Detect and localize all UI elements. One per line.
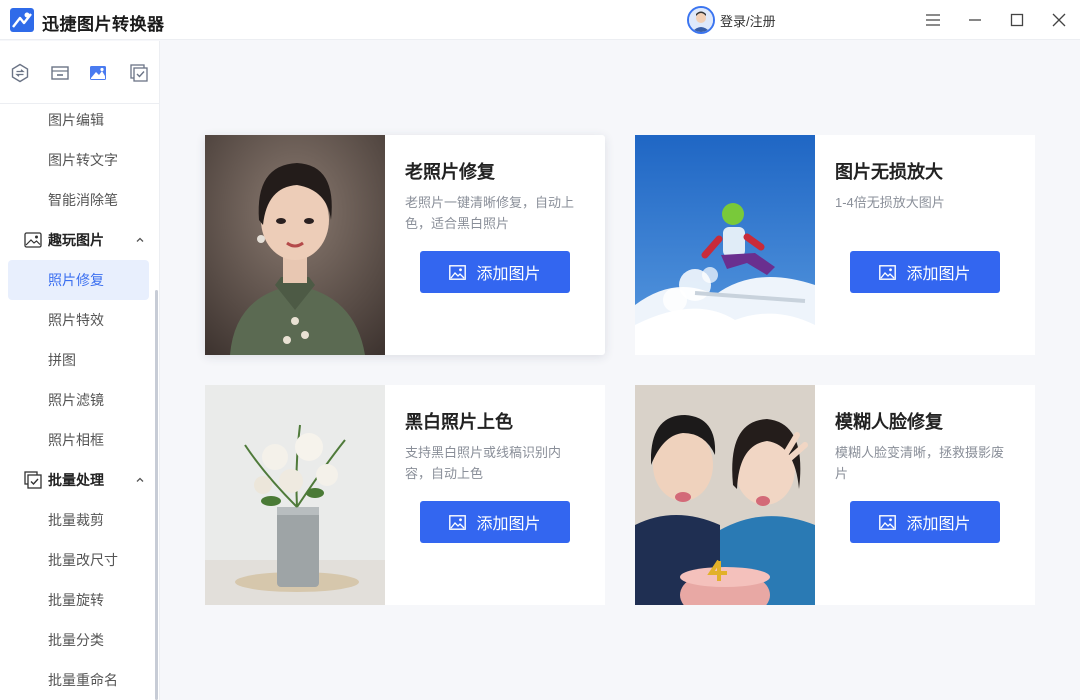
feature-card-lossless-upscale: 图片无损放大 1-4倍无损放大图片 添加图片 xyxy=(635,135,1035,355)
image-icon[interactable] xyxy=(88,63,108,83)
sidebar-divider xyxy=(159,41,160,700)
sidebar: 图片编辑 图片转文字 智能消除笔 趣玩图片 照片修复 照片特效 拼图 照片滤镜 … xyxy=(0,41,160,700)
nav-item-photo-filters[interactable]: 照片滤镜 xyxy=(8,380,149,420)
nav-item-batch-rotate[interactable]: 批量旋转 xyxy=(8,580,149,620)
add-image-label: 添加图片 xyxy=(906,516,971,533)
add-image-icon xyxy=(879,264,897,280)
nav-item-image-to-text[interactable]: 图片转文字 xyxy=(8,140,149,180)
add-image-label: 添加图片 xyxy=(476,266,541,283)
compress-icon[interactable] xyxy=(50,63,70,83)
add-image-icon xyxy=(449,514,467,530)
card-description: 模糊人脸变清晰，拯救摄影废片 xyxy=(835,445,1005,481)
sidebar-scrollbar[interactable] xyxy=(155,290,158,700)
fun-image-icon xyxy=(24,232,42,248)
card-thumbnail xyxy=(635,135,815,355)
login-button[interactable]: 登录/注册 xyxy=(687,5,776,35)
nav-item-photo-effects[interactable]: 照片特效 xyxy=(8,300,149,340)
add-image-label: 添加图片 xyxy=(906,266,971,283)
card-title: 图片无损放大 xyxy=(835,162,943,182)
nav-group-label: 趣玩图片 xyxy=(48,232,104,248)
batch-icon[interactable] xyxy=(129,63,149,83)
card-body: 老照片修复 老照片一键清晰修复，自动上色，适合黑白照片 添加图片 xyxy=(385,135,605,355)
card-title: 模糊人脸修复 xyxy=(835,412,943,432)
add-image-button[interactable]: 添加图片 xyxy=(420,501,570,543)
app-title: 迅捷图片转换器 xyxy=(42,15,165,34)
chevron-up-icon xyxy=(136,477,144,482)
nav-item-photo-frames[interactable]: 照片相框 xyxy=(8,420,149,460)
nav-item-batch-crop[interactable]: 批量裁剪 xyxy=(8,500,149,540)
card-title: 黑白照片上色 xyxy=(405,412,513,432)
close-icon[interactable] xyxy=(1047,8,1071,32)
nav-item-batch-classify[interactable]: 批量分类 xyxy=(8,620,149,660)
add-image-label: 添加图片 xyxy=(476,516,541,533)
nav-item-batch-rename[interactable]: 批量重命名 xyxy=(8,660,149,700)
category-icon-bar xyxy=(0,41,160,104)
menu-icon[interactable] xyxy=(921,8,945,32)
add-image-icon xyxy=(879,514,897,530)
app-logo-icon xyxy=(10,8,34,32)
nav-item-batch-resize[interactable]: 批量改尺寸 xyxy=(8,540,149,580)
nav-group-batch[interactable]: 批量处理 xyxy=(8,460,149,500)
add-image-icon xyxy=(449,264,467,280)
card-thumbnail xyxy=(205,135,385,355)
card-thumbnail xyxy=(205,385,385,605)
card-description: 老照片一键清晰修复，自动上色，适合黑白照片 xyxy=(405,195,575,231)
card-title: 老照片修复 xyxy=(405,162,495,182)
card-body: 图片无损放大 1-4倍无损放大图片 添加图片 xyxy=(815,135,1035,355)
maximize-icon[interactable] xyxy=(1005,8,1029,32)
avatar xyxy=(687,6,715,34)
nav-item-photo-repair[interactable]: 照片修复 xyxy=(8,260,149,300)
nav-group-label: 批量处理 xyxy=(48,472,104,488)
add-image-button[interactable]: 添加图片 xyxy=(850,251,1000,293)
card-thumbnail xyxy=(635,385,815,605)
card-description: 1-4倍无损放大图片 xyxy=(835,195,945,210)
feature-card-face-repair: 模糊人脸修复 模糊人脸变清晰，拯救摄影废片 添加图片 xyxy=(635,385,1035,605)
minimize-icon[interactable] xyxy=(963,8,987,32)
convert-icon[interactable] xyxy=(10,63,30,83)
add-image-button[interactable]: 添加图片 xyxy=(850,501,1000,543)
chevron-up-icon xyxy=(136,237,144,242)
nav-group-fun-images[interactable]: 趣玩图片 xyxy=(8,220,149,260)
feature-card-old-photo-repair: 老照片修复 老照片一键清晰修复，自动上色，适合黑白照片 添加图片 xyxy=(205,135,605,355)
card-body: 模糊人脸修复 模糊人脸变清晰，拯救摄影废片 添加图片 xyxy=(815,385,1035,605)
login-label: 登录/注册 xyxy=(720,13,776,29)
feature-card-colorize: 黑白照片上色 支持黑白照片或线稿识别内容，自动上色 添加图片 xyxy=(205,385,605,605)
card-description: 支持黑白照片或线稿识别内容，自动上色 xyxy=(405,445,562,481)
batch-process-icon xyxy=(24,471,42,489)
card-body: 黑白照片上色 支持黑白照片或线稿识别内容，自动上色 添加图片 xyxy=(385,385,605,605)
nav-item-smart-eraser[interactable]: 智能消除笔 xyxy=(8,180,149,220)
nav-item-image-edit[interactable]: 图片编辑 xyxy=(8,100,149,140)
nav-item-collage[interactable]: 拼图 xyxy=(8,340,149,380)
add-image-button[interactable]: 添加图片 xyxy=(420,251,570,293)
title-bar: 迅捷图片转换器 登录/注册 xyxy=(0,0,1080,40)
